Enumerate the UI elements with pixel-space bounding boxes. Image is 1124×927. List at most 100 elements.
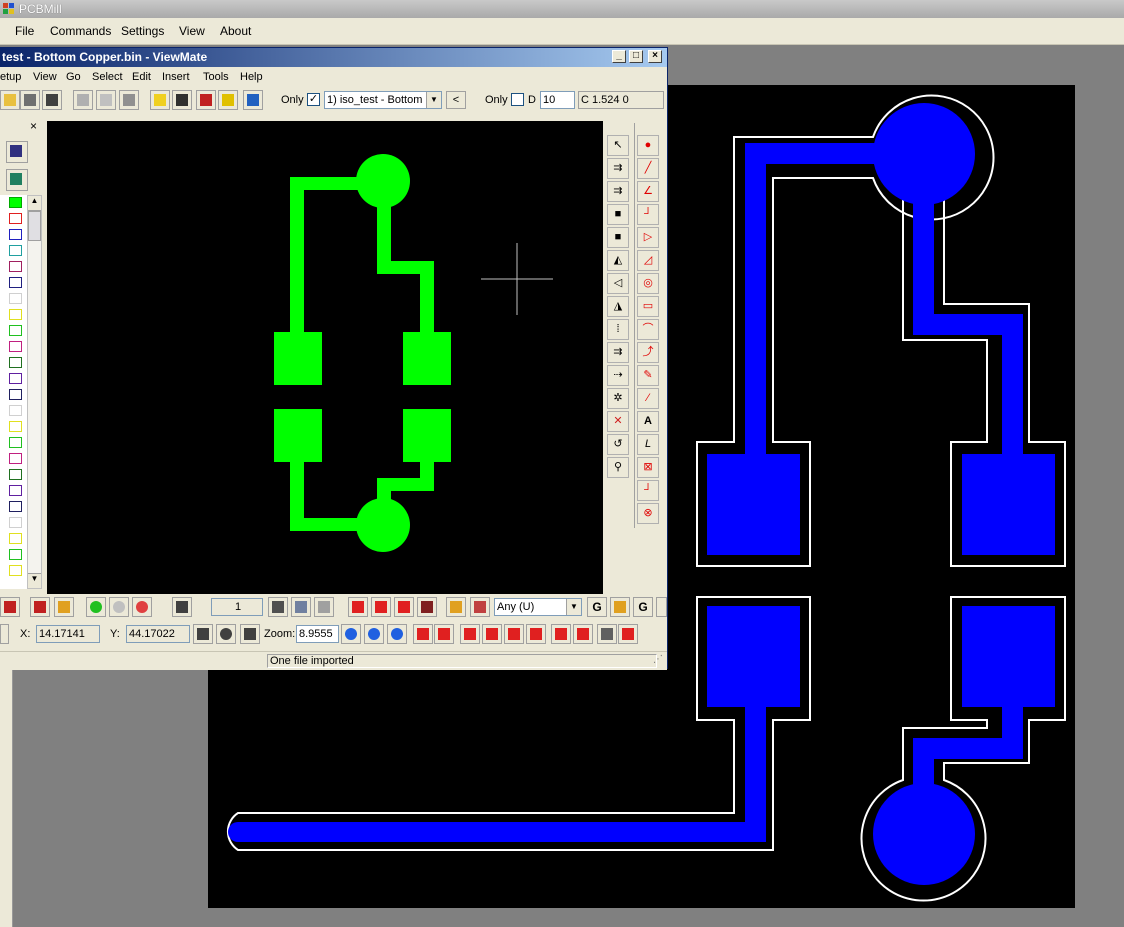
layer-color-swatch[interactable] [9, 325, 22, 336]
layer-select[interactable]: 1) iso_test - Bottom ▼ [324, 91, 442, 109]
rectangle-tool[interactable]: ▭ [637, 296, 659, 317]
arc-tool[interactable]: ⌒ [637, 319, 659, 340]
layer-panel-close-icon[interactable]: × [30, 119, 37, 133]
move-tool[interactable]: ⇉ [607, 158, 629, 179]
pen-tool[interactable]: ✎ [637, 365, 659, 386]
angle-line-tool[interactable]: ∠ [637, 181, 659, 202]
dots-grid-button[interactable] [268, 597, 288, 617]
grid-button[interactable] [172, 597, 192, 617]
chevron-down-icon[interactable]: ▼ [426, 92, 441, 108]
light-on-button[interactable] [86, 597, 106, 617]
vm-menu-tools[interactable]: Tools [203, 71, 229, 83]
select-window-button[interactable] [618, 624, 638, 644]
snap-point-button[interactable] [371, 597, 391, 617]
delete-tool[interactable]: ✕ [607, 411, 629, 432]
goto-g2-button[interactable]: G [633, 597, 653, 617]
pan-up-button[interactable] [526, 624, 546, 644]
cut-button[interactable] [73, 90, 93, 110]
snap-button[interactable] [314, 597, 334, 617]
only-checkbox-1[interactable]: ✓ [307, 93, 320, 106]
copy-button[interactable] [96, 90, 116, 110]
layer-color-swatch[interactable] [9, 437, 22, 448]
step-tool[interactable]: ⇉ [607, 342, 629, 363]
gear-icon[interactable]: ✲ [607, 388, 629, 409]
layer-color-swatch[interactable] [9, 469, 22, 480]
view-window-button[interactable] [573, 624, 593, 644]
snap-corner-button[interactable] [394, 597, 414, 617]
vm-menu-setup[interactable]: etup [0, 71, 21, 83]
polygon-tool[interactable]: ▷ [637, 227, 659, 248]
zoom-input[interactable]: 8.9555 [296, 625, 339, 643]
redraw-button[interactable] [150, 90, 170, 110]
layers-button[interactable] [196, 90, 216, 110]
vm-menu-select[interactable]: Select [92, 71, 123, 83]
open-button[interactable] [0, 90, 20, 110]
layer-color-swatch[interactable] [9, 389, 22, 400]
view-grid-2-button[interactable] [434, 624, 454, 644]
filter-select[interactable]: Any (U) ▼ [494, 598, 582, 616]
maximize-button[interactable]: □ [629, 50, 643, 63]
viewmate-window[interactable]: test - Bottom Copper.bin - ViewMate _ □ … [0, 47, 668, 670]
mirror-tool[interactable]: ◭ [607, 250, 629, 271]
layer-color-swatch[interactable] [9, 229, 22, 240]
flip-tool[interactable]: ◁ [607, 273, 629, 294]
print-button[interactable] [42, 90, 62, 110]
layer-color-swatch[interactable] [9, 309, 22, 320]
paste-button[interactable] [119, 90, 139, 110]
vm-menu-help[interactable]: Help [240, 71, 263, 83]
layer-color-swatch[interactable] [9, 501, 22, 512]
undo-tool[interactable]: ↺ [607, 434, 629, 455]
vm-menu-view[interactable]: View [33, 71, 57, 83]
pan-left-button[interactable] [460, 624, 480, 644]
layer-color-swatch[interactable] [9, 293, 22, 304]
goto-arrows-button[interactable] [610, 597, 630, 617]
zoom-button[interactable] [341, 624, 361, 644]
text-tool[interactable]: A [637, 411, 659, 432]
hook-tool[interactable]: ┘ [637, 480, 659, 501]
fill-tool[interactable]: ■ [607, 204, 629, 225]
triangle-tool[interactable]: ◿ [637, 250, 659, 271]
layer-color-swatch[interactable] [9, 405, 22, 416]
query-tool[interactable]: ⚲ [607, 457, 629, 478]
layer-color-swatch[interactable] [9, 565, 22, 576]
measure-button[interactable] [172, 90, 192, 110]
d-input[interactable]: 10 [540, 91, 575, 109]
only-checkbox-2[interactable] [511, 93, 524, 106]
previous-button[interactable]: < [446, 91, 466, 109]
layer-color-swatch[interactable] [9, 485, 22, 496]
anchor-button[interactable] [291, 597, 311, 617]
layer-number-field[interactable]: 1 [211, 598, 263, 616]
menu-view[interactable]: View [179, 24, 205, 38]
chart-tool-2[interactable] [30, 597, 50, 617]
layer-color-swatch[interactable] [9, 197, 22, 208]
layer-color-swatch[interactable] [9, 421, 22, 432]
pan-right-button[interactable] [482, 624, 502, 644]
goto-button[interactable]: G [587, 597, 607, 617]
menu-about[interactable]: About [220, 24, 251, 38]
flash-tool[interactable]: ● [637, 135, 659, 156]
scroll-thumb[interactable] [28, 211, 41, 241]
chevron-down-icon[interactable]: ▼ [566, 599, 581, 615]
layer-color-swatch[interactable] [9, 453, 22, 464]
minimize-button[interactable]: _ [612, 50, 626, 63]
line-tool[interactable]: ╱ [637, 158, 659, 179]
scroll-up-icon[interactable]: ▲ [28, 196, 41, 211]
snap-center-button[interactable] [348, 597, 368, 617]
vm-menu-go[interactable]: Go [66, 71, 81, 83]
layer-color-swatch[interactable] [9, 341, 22, 352]
pan-down-button[interactable] [504, 624, 524, 644]
layer-color-swatch[interactable] [9, 277, 22, 288]
snap-mid-button[interactable] [446, 597, 466, 617]
menu-settings[interactable]: Settings [121, 24, 164, 38]
list-button[interactable] [470, 597, 490, 617]
fit-button[interactable] [597, 624, 617, 644]
light-off-button[interactable] [109, 597, 129, 617]
layer-color-swatch[interactable] [9, 549, 22, 560]
overflow-button[interactable] [656, 597, 667, 617]
close-button[interactable]: × [648, 50, 662, 63]
resize-grip-icon[interactable]: ⋰ [653, 654, 663, 665]
move-origin-button[interactable] [240, 624, 260, 644]
pin-button[interactable] [132, 597, 152, 617]
curve-tool[interactable]: ⤴ [637, 342, 659, 363]
circle-tool[interactable]: ◎ [637, 273, 659, 294]
